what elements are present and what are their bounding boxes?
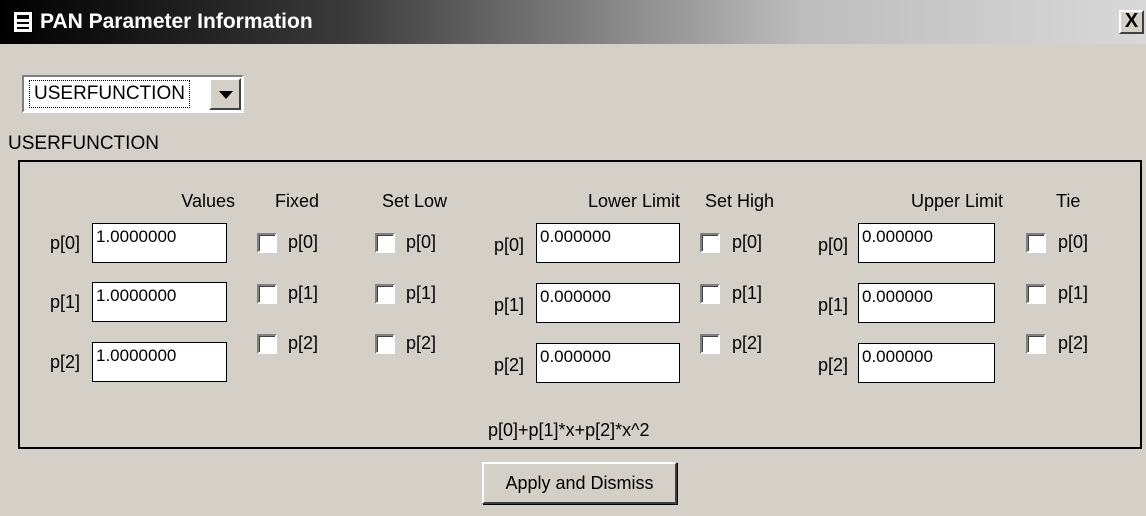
pan-parameter-window: PAN Parameter Information X USERFUNCTION…	[0, 0, 1146, 516]
set-low-label-p2: p[2]	[406, 333, 437, 353]
header-set-low: Set Low	[382, 191, 448, 211]
value-label-p0: p[0]	[50, 233, 81, 253]
set-high-checkbox-p0[interactable]	[700, 233, 720, 253]
set-high-checkbox-p1[interactable]	[700, 284, 720, 304]
function-select[interactable]: USERFUNCTION	[22, 75, 244, 113]
set-low-checkbox-p2[interactable]	[375, 334, 395, 354]
set-low-checkbox-p1[interactable]	[375, 284, 395, 304]
function-formula: p[0]+p[1]*x+p[2]*x^2	[488, 420, 650, 440]
upper-field-p0[interactable]: 0.000000	[858, 223, 995, 263]
header-tie: Tie	[1056, 191, 1081, 211]
set-high-label-p2: p[2]	[732, 333, 763, 353]
fixed-checkbox-p1[interactable]	[257, 284, 277, 304]
parameter-group: Values Fixed Set Low Lower Limit Set Hig…	[18, 160, 1142, 449]
lower-field-p0[interactable]: 0.000000	[536, 223, 680, 263]
fixed-label-p1: p[1]	[288, 283, 319, 303]
function-name-label: USERFUNCTION	[8, 133, 159, 154]
tie-label-p1: p[1]	[1058, 283, 1089, 303]
value-label-p1: p[1]	[50, 292, 81, 312]
close-button[interactable]: X	[1119, 10, 1144, 34]
fixed-label-p0: p[0]	[288, 232, 319, 252]
dropdown-arrow-icon[interactable]	[209, 78, 241, 110]
upper-field-p1[interactable]: 0.000000	[858, 283, 995, 323]
tie-checkbox-p1[interactable]	[1026, 284, 1046, 304]
fixed-checkbox-p0[interactable]	[257, 233, 277, 253]
lower-field-p2[interactable]: 0.000000	[536, 343, 680, 383]
upper-label-p0: p[0]	[818, 235, 849, 255]
tie-checkbox-p2[interactable]	[1026, 334, 1046, 354]
set-high-label-p0: p[0]	[732, 232, 763, 252]
lower-label-p0: p[0]	[494, 235, 525, 255]
upper-label-p2: p[2]	[818, 355, 849, 375]
lower-label-p2: p[2]	[494, 355, 525, 375]
value-field-p0[interactable]: 1.0000000	[92, 223, 227, 263]
tie-label-p0: p[0]	[1058, 232, 1089, 252]
set-high-label-p1: p[1]	[732, 283, 763, 303]
set-high-checkbox-p2[interactable]	[700, 334, 720, 354]
upper-label-p1: p[1]	[818, 295, 849, 315]
header-fixed: Fixed	[275, 191, 320, 211]
set-low-label-p0: p[0]	[406, 232, 437, 252]
lower-field-p1[interactable]: 0.000000	[536, 283, 680, 323]
window-menu-icon[interactable]	[13, 11, 33, 33]
value-field-p1[interactable]: 1.0000000	[92, 282, 227, 322]
upper-field-p2[interactable]: 0.000000	[858, 343, 995, 383]
tie-checkbox-p0[interactable]	[1026, 233, 1046, 253]
title-bar[interactable]: PAN Parameter Information X	[0, 0, 1146, 44]
value-field-p2[interactable]: 1.0000000	[92, 342, 227, 382]
fixed-label-p2: p[2]	[288, 333, 319, 353]
header-upper-limit: Upper Limit	[910, 191, 1003, 211]
value-label-p2: p[2]	[50, 352, 81, 372]
set-low-checkbox-p0[interactable]	[375, 233, 395, 253]
fixed-checkbox-p2[interactable]	[257, 334, 277, 354]
header-set-high: Set High	[705, 191, 775, 211]
header-lower-limit: Lower Limit	[587, 191, 680, 211]
lower-label-p1: p[1]	[494, 295, 525, 315]
tie-label-p2: p[2]	[1058, 333, 1089, 353]
function-select-value: USERFUNCTION	[29, 80, 190, 108]
window-title: PAN Parameter Information	[40, 10, 313, 33]
header-values: Values	[181, 191, 235, 211]
set-low-label-p1: p[1]	[406, 283, 437, 303]
apply-and-dismiss-button[interactable]: Apply and Dismiss	[482, 462, 677, 504]
